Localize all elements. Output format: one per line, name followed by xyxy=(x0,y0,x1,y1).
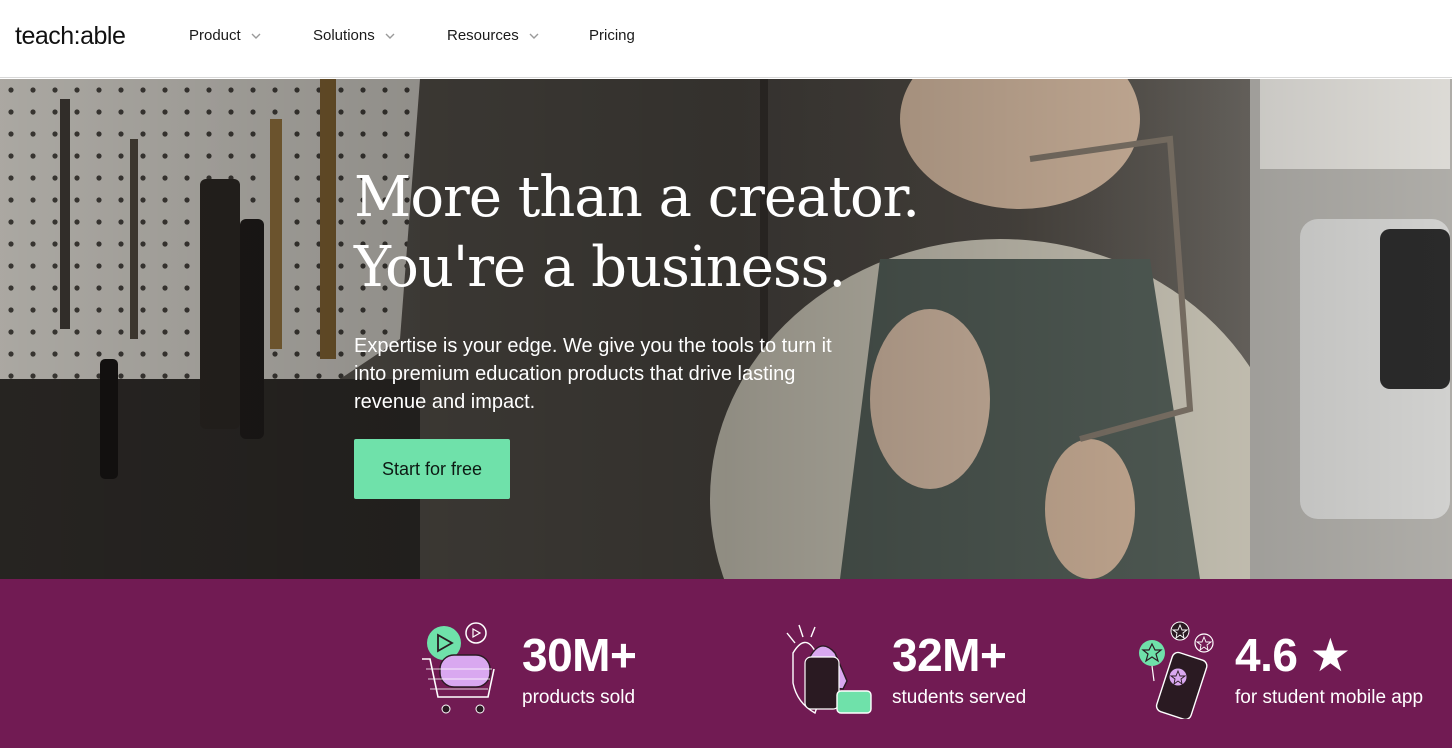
phone-stars-icon xyxy=(1139,621,1214,719)
hero-background-photo xyxy=(0,79,1452,579)
chevron-down-icon xyxy=(251,33,261,39)
top-navigation: teach:able Product Solutions Resources P… xyxy=(0,0,1452,78)
stat-label: for student mobile app xyxy=(1235,687,1424,708)
nav-item-label: Product xyxy=(189,27,241,44)
stat-students-served: 32M+ students served xyxy=(785,617,1045,727)
start-for-free-button[interactable]: Start for free xyxy=(354,439,510,499)
stat-value: 32M+ xyxy=(892,629,1007,681)
clapping-hands-icon xyxy=(786,624,872,715)
nav-item-product[interactable]: Product xyxy=(189,27,263,44)
chevron-down-icon xyxy=(529,33,539,39)
nav-item-pricing[interactable]: Pricing xyxy=(589,27,635,44)
hero-headline-line-1: More than a creator. xyxy=(354,165,920,230)
teachable-logo[interactable]: teach:able xyxy=(15,22,126,51)
stat-label: products sold xyxy=(522,687,636,708)
stat-products-sold: 30M+ products sold xyxy=(416,617,666,727)
hero-headline: More than a creator. You're a business. xyxy=(354,163,994,303)
hero-section: More than a creator. You're a business. … xyxy=(0,79,1452,579)
stat-value: 4.6 ★ xyxy=(1235,629,1351,681)
shopping-cart-icon xyxy=(422,622,495,714)
hero-headline-line-2: You're a business. xyxy=(354,235,846,300)
chevron-down-icon xyxy=(385,33,395,39)
nav-item-label: Solutions xyxy=(313,27,375,44)
nav-item-resources[interactable]: Resources xyxy=(447,27,541,44)
nav-item-label: Pricing xyxy=(589,27,635,44)
stat-label: students served xyxy=(892,687,1027,708)
hero-subtitle: Expertise is your edge. We give you the … xyxy=(354,335,832,413)
nav-item-label: Resources xyxy=(447,27,519,44)
nav-item-solutions[interactable]: Solutions xyxy=(313,27,397,44)
stat-value: 30M+ xyxy=(522,629,637,681)
stats-band: 30M+ products sold 32M+ students served xyxy=(0,579,1452,748)
stat-mobile-app-rating: 4.6 ★ for student mobile app xyxy=(1138,617,1438,727)
